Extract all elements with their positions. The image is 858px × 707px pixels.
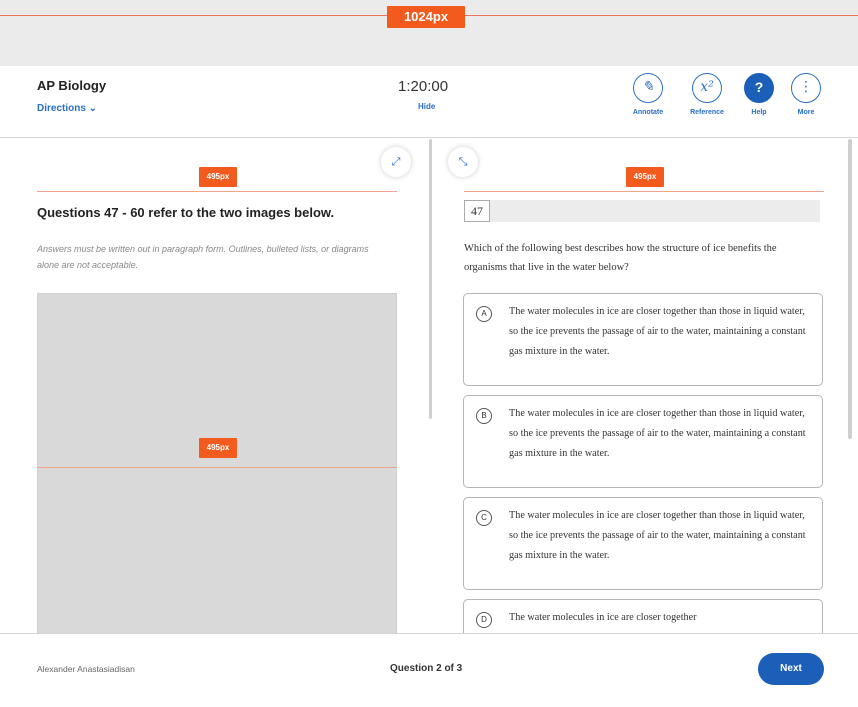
left-pane-width-tag: 495px [199, 167, 237, 187]
question-pane: ⤡ 495px 47 Which of the following best d… [436, 139, 846, 633]
passage-title: Questions 47 - 60 refer to the two image… [37, 205, 335, 220]
left-pane-guide [37, 191, 397, 192]
choice-letter: D [476, 612, 492, 628]
choice-letter: B [476, 408, 492, 424]
choice-text: The water molecules in ice are closer to… [509, 510, 806, 561]
answer-choice-d[interactable]: D The water molecules in ice are closer … [463, 599, 823, 633]
left-scrollbar[interactable] [429, 139, 432, 419]
next-button[interactable]: Next [758, 653, 824, 685]
more-tool[interactable]: ⋮ More [776, 73, 836, 116]
passage-pane: 495px ⤢ Questions 47 - 60 refer to the t… [0, 139, 424, 633]
answer-choice-b[interactable]: B The water molecules in ice are closer … [463, 395, 823, 488]
exam-app: AP Biology Directions ⌄ 1:20:00 Hide ✎ A… [0, 66, 858, 707]
right-scrollbar-track[interactable] [847, 139, 853, 579]
question-counter[interactable]: Question 2 of 3 [390, 663, 462, 674]
help-icon: ? [744, 73, 774, 103]
passage-image: 495px [37, 293, 397, 633]
width-ruler: 1024px [0, 0, 858, 34]
exam-footer: Alexander Anastasiadisan Question 2 of 3… [0, 633, 858, 707]
exam-header: AP Biology Directions ⌄ 1:20:00 Hide ✎ A… [0, 66, 858, 138]
annotate-label: Annotate [632, 109, 664, 116]
answer-choice-c[interactable]: C The water molecules in ice are closer … [463, 497, 823, 590]
choice-text: The water molecules in ice are closer to… [509, 612, 697, 623]
image-guide [38, 467, 396, 468]
expand-question-icon[interactable]: ⤡ [448, 147, 478, 177]
pane-divider[interactable] [425, 139, 435, 633]
expand-passage-icon[interactable]: ⤢ [381, 147, 411, 177]
more-icon: ⋮ [791, 73, 821, 103]
right-pane-width-tag: 495px [626, 167, 664, 187]
question-stem: Which of the following best describes ho… [464, 243, 777, 273]
reference-tool[interactable]: x² Reference [677, 73, 737, 116]
timer: 1:20:00 [398, 78, 449, 95]
answer-choice-a[interactable]: A The water molecules in ice are closer … [463, 293, 823, 386]
right-pane-guide [464, 191, 824, 192]
reference-label: Reference [690, 109, 724, 116]
directions-toggle[interactable]: Directions ⌄ [37, 103, 97, 114]
course-title: AP Biology [37, 78, 107, 93]
question-number: 47 [464, 200, 490, 222]
choice-letter: C [476, 510, 492, 526]
choice-text: The water molecules in ice are closer to… [509, 408, 806, 459]
hide-timer-button[interactable]: Hide [418, 102, 435, 111]
formula-icon: x² [692, 73, 722, 103]
choice-text: The water molecules in ice are closer to… [509, 306, 806, 357]
image-width-tag: 495px [199, 438, 237, 458]
pencil-icon: ✎ [633, 73, 663, 103]
question-number-bar [464, 200, 820, 222]
page-width-tag: 1024px [387, 6, 465, 28]
choice-letter: A [476, 306, 492, 322]
more-label: More [797, 109, 815, 116]
student-name: Alexander Anastasiadisan [37, 664, 135, 674]
annotate-tool[interactable]: ✎ Annotate [618, 73, 678, 116]
right-scrollbar[interactable] [848, 139, 852, 439]
passage-directions: Answers must be written out in paragraph… [37, 244, 369, 270]
